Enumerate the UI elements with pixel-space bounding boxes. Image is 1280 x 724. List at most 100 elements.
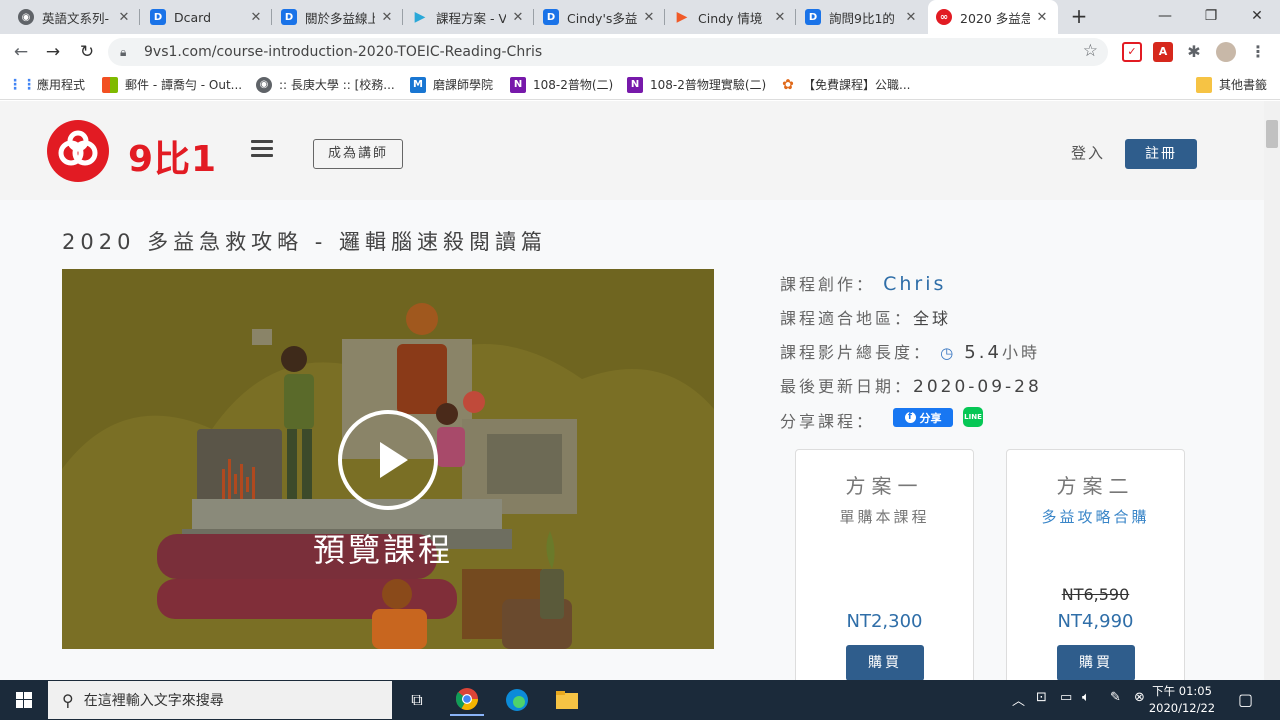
apps-icon: ⋮⋮ <box>8 76 36 93</box>
close-tab-icon[interactable]: ✕ <box>248 10 264 25</box>
extension-icon[interactable]: ✓ <box>1122 42 1142 62</box>
buy-button[interactable]: 購買 <box>1057 645 1135 681</box>
pen-icon[interactable]: ✎ <box>1110 690 1121 705</box>
file-explorer-icon[interactable] <box>550 684 584 716</box>
address-bar[interactable]: 🔒︎ 9vs1.com/course-introduction-2020-TOE… <box>108 38 1108 66</box>
volume-icon[interactable]: 🔈︎ <box>1082 690 1090 705</box>
browser-tab[interactable]: ▶ Cindy 情境 ✕ <box>666 0 796 34</box>
close-tab-icon[interactable]: ✕ <box>772 10 788 25</box>
no-network-icon[interactable]: ⊗ <box>1134 690 1145 705</box>
new-tab-button[interactable]: + <box>1066 5 1092 29</box>
become-teacher-button[interactable]: 成為講師 <box>313 139 403 169</box>
plan-card: 方案一 單購本課程 NT2,300 購買 <box>795 449 974 689</box>
minimize-button[interactable]: — <box>1142 0 1188 34</box>
onenote-icon: N <box>627 76 643 93</box>
onenote-icon: N <box>510 76 526 93</box>
plan-subtitle[interactable]: 多益攻略合購 <box>1007 506 1184 527</box>
facebook-icon: f <box>904 412 916 423</box>
bookmark-star-icon[interactable]: ☆ <box>1083 41 1098 61</box>
globe-icon: ◉ <box>18 9 34 25</box>
task-view-icon[interactable]: ⧉ <box>400 684 434 716</box>
m-icon: M <box>410 76 426 93</box>
9vs1-icon: ∞ <box>936 9 952 25</box>
creator-row: 課程創作： Chris <box>780 273 947 295</box>
browser-tab-active[interactable]: ∞ 2020 多益急 ✕ <box>928 0 1058 34</box>
show-hidden-icons[interactable]: ︿ <box>1012 690 1025 709</box>
plan-price: NT2,300 <box>846 611 923 632</box>
browser-tab[interactable]: ▶ 課程方案 - V ✕ <box>404 0 534 34</box>
page-scrollbar[interactable] <box>1264 101 1280 680</box>
facebook-share-button[interactable]: f 分享 <box>893 408 953 427</box>
profile-avatar[interactable] <box>1216 42 1236 62</box>
restore-button[interactable]: ❐ <box>1188 0 1234 34</box>
login-link[interactable]: 登入 <box>1071 142 1105 163</box>
plan-price: NT4,990 <box>1057 611 1134 632</box>
edge-taskbar-icon[interactable] <box>500 684 534 716</box>
clock-icon: ◷ <box>940 344 957 362</box>
play-icon: ▶ <box>676 9 688 25</box>
line-share-button[interactable]: LINE <box>963 407 983 427</box>
scrollbar-thumb[interactable] <box>1266 120 1278 148</box>
bookmark-apps[interactable]: ⋮⋮ 應用程式 <box>8 76 85 93</box>
other-bookmarks[interactable]: 其他書籤 <box>1196 76 1267 93</box>
search-icon: ⚲ <box>62 690 74 710</box>
play-button[interactable] <box>338 410 438 510</box>
register-button[interactable]: 註冊 <box>1125 139 1197 169</box>
play-icon: ▶ <box>414 9 426 25</box>
creator-name-link[interactable]: Chris <box>883 273 946 295</box>
share-row: 分享課程： <box>780 412 876 431</box>
bookmark-item[interactable]: N 108-2普物理實驗(二) <box>627 76 766 93</box>
close-tab-icon[interactable]: ✕ <box>1034 10 1050 25</box>
browser-tab[interactable]: ◉ 英語文系列- ✕ <box>10 0 140 34</box>
preview-course-label[interactable]: 預覽課程 <box>313 525 453 571</box>
browser-tab[interactable]: D Cindy's多益 ✕ <box>535 0 665 34</box>
bookmark-item[interactable]: ✿ 【免費課程】公職... <box>780 76 910 93</box>
buy-button[interactable]: 購買 <box>846 645 924 681</box>
logo-icon[interactable] <box>47 120 109 182</box>
microsoft-icon <box>102 76 118 93</box>
browser-tab[interactable]: D 關於多益線上 ✕ <box>273 0 403 34</box>
course-title: 2020 多益急救攻略 - 邏輯腦速殺閱讀篇 <box>62 230 548 254</box>
puzzle-icon[interactable]: ✱ <box>1184 42 1204 62</box>
plan-card: 方案二 多益攻略合購 NT6,590 NT4,990 購買 <box>1006 449 1185 689</box>
play-icon <box>380 442 408 478</box>
browser-tab[interactable]: D Dcard ✕ <box>142 0 272 34</box>
leaf-icon: ✿ <box>782 76 794 93</box>
folder-icon <box>1196 76 1212 93</box>
url-text: 9vs1.com/course-introduction-2020-TOEIC-… <box>144 44 543 60</box>
plan-subtitle: 單購本課程 <box>839 508 930 526</box>
battery-icon[interactable]: ▭ <box>1060 690 1072 705</box>
bookmark-item[interactable]: N 108-2普物(二) <box>510 76 613 93</box>
bookmark-item[interactable]: 郵件 - 譚喬勻 - Out... <box>102 76 242 93</box>
forward-icon[interactable]: → <box>40 40 66 64</box>
bookmarks-bar: ⋮⋮ 應用程式 郵件 - 譚喬勻 - Out... ◉ :: 長庚大學 :: [… <box>0 70 1280 100</box>
plan-original-price: NT6,590 <box>1061 585 1130 604</box>
hamburger-menu-icon[interactable] <box>251 140 273 158</box>
close-tab-icon[interactable]: ✕ <box>510 10 526 25</box>
chrome-taskbar-icon[interactable] <box>450 684 484 716</box>
close-window-button[interactable]: ✕ <box>1234 0 1280 34</box>
menu-dots-icon[interactable]: ⋮ <box>1248 42 1268 62</box>
globe-icon: ◉ <box>256 76 272 93</box>
windows-start-icon[interactable] <box>0 680 48 720</box>
close-tab-icon[interactable]: ✕ <box>641 10 657 25</box>
reload-icon[interactable]: ↻ <box>74 40 100 64</box>
logo-text[interactable]: 9比1 <box>128 130 217 182</box>
close-tab-icon[interactable]: ✕ <box>903 10 919 25</box>
dcard-icon: D <box>150 9 166 25</box>
back-icon[interactable]: ← <box>8 40 34 64</box>
dcard-icon: D <box>281 9 297 25</box>
close-tab-icon[interactable]: ✕ <box>379 10 395 25</box>
browser-tab[interactable]: D 詢問9比1的 ✕ <box>797 0 927 34</box>
close-tab-icon[interactable]: ✕ <box>116 10 132 25</box>
clock[interactable]: 下午 01:05 2020/12/22 <box>1146 683 1218 717</box>
bookmark-item[interactable]: M 磨課師學院 <box>410 76 493 93</box>
bookmark-item[interactable]: ◉ :: 長庚大學 :: [校務... <box>256 76 395 93</box>
course-preview-video[interactable] <box>62 269 714 649</box>
region-row: 課程適合地區：全球 <box>780 309 952 328</box>
notification-icon[interactable]: ▢ <box>1238 690 1253 709</box>
updated-row: 最後更新日期：2020-09-28 <box>780 377 1042 397</box>
meet-now-icon[interactable]: ⊡ <box>1036 690 1047 705</box>
pdf-extension-icon[interactable]: A <box>1153 42 1173 62</box>
taskbar-search-input[interactable]: ⚲ 在這裡輸入文字來搜尋 <box>48 681 392 719</box>
